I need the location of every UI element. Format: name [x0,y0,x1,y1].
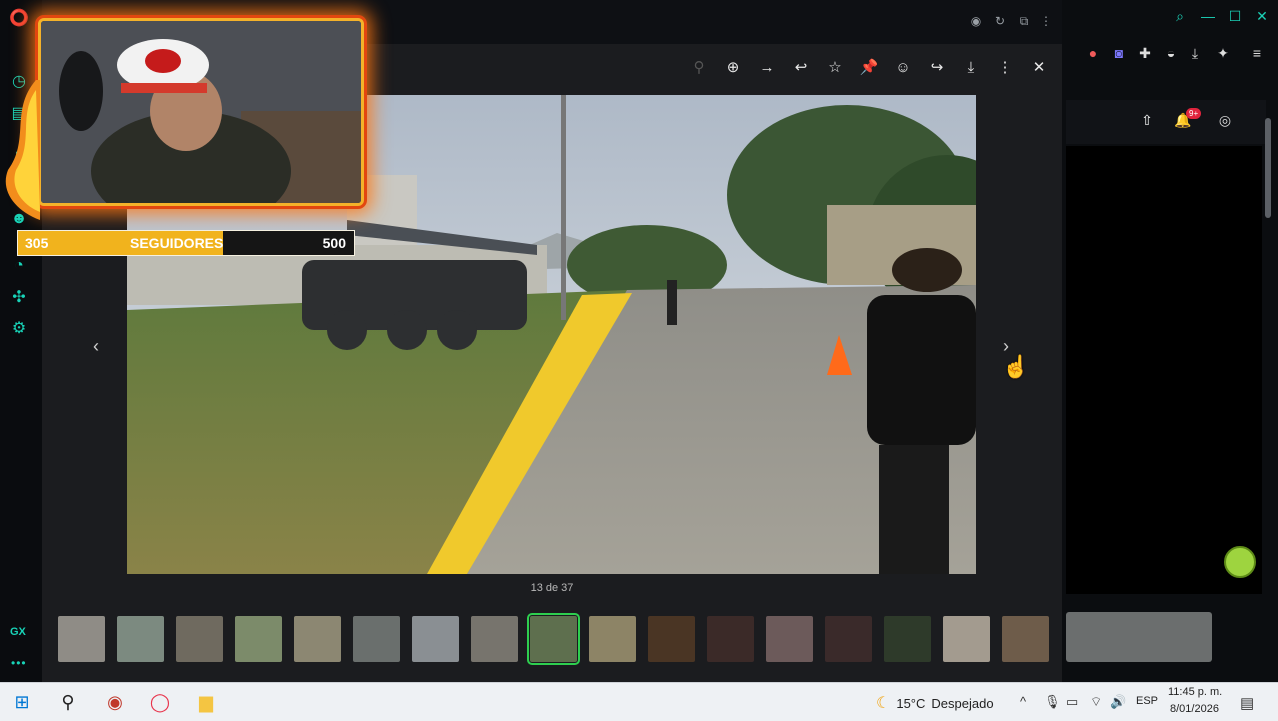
emoji-icon[interactable]: ☺ [886,54,920,80]
menu-icon[interactable]: ⋮ [1038,14,1054,28]
profile-icon[interactable]: ◎ [1216,112,1234,129]
temperature: 15°C [896,695,926,711]
puzzle-icon[interactable]: ✚ [1136,45,1154,62]
weather-status: Despejado [931,695,994,711]
followers-count: 305 [25,235,49,251]
notification-badge: 9+ [1186,108,1202,119]
volume-icon[interactable]: 🔊 [1110,694,1126,710]
reply-icon[interactable]: ↩ [784,54,818,80]
thumbnail[interactable] [825,616,872,662]
battery-icon[interactable]: ▭ [1066,694,1078,710]
flame-decoration-icon [5,80,40,220]
thumbnail[interactable] [58,616,105,662]
window-close-icon[interactable]: ✕ [1253,8,1271,25]
wifi-icon[interactable]: ⌔ [1090,694,1102,710]
share-icon[interactable]: ↪ [920,54,954,80]
thumbnail-strip [42,612,1062,668]
sidebar-clock-icon[interactable]: ◔ [8,255,30,277]
thumbnail[interactable] [707,616,754,662]
taskbar-search-icon[interactable]: ⚲ [56,690,80,714]
clock-date[interactable]: 8/01/2026 [1170,703,1219,715]
search-icon[interactable]: ⌕ [1171,8,1189,25]
previous-image-button[interactable]: ‹ [82,334,110,358]
messenger-icon[interactable]: ◙ [1110,45,1128,61]
thumbnail[interactable] [176,616,223,662]
image-counter: 13 de 37 [530,582,574,594]
star-icon[interactable]: ☆ [818,54,852,80]
right-scrollbar[interactable] [1265,118,1271,218]
windows-start-icon[interactable]: ⊞ [10,690,34,714]
pin-icon[interactable]: 📌 [852,54,886,80]
moon-icon: ☾ [876,695,891,712]
more-options-icon[interactable]: ⋮ [988,54,1022,80]
notifications-icon[interactable]: ▤ [1240,694,1254,712]
upload-icon[interactable]: ⇧ [1138,112,1156,129]
thumbnail[interactable] [766,616,813,662]
file-explorer-icon[interactable]: ▆ [194,690,218,714]
opera-app-icon[interactable]: ◯ [148,690,172,714]
right-preview-thumbnail[interactable] [1066,612,1212,662]
menu-lines-icon[interactable]: ≡ [1248,45,1266,61]
clock-time[interactable]: 11:45 p. m. [1168,686,1222,698]
viewer-toolbar: ⚲ ⊕ → ↩ ☆ 📌 ☺ ↪ ⤓ ⋮ ✕ [682,54,1056,80]
close-icon[interactable]: ✕ [1022,54,1056,80]
sidebar-extensions-icon[interactable]: ✣ [8,286,30,308]
right-content-area [1066,146,1262,594]
reload-icon[interactable]: ↻ [992,14,1008,28]
ai-icon[interactable]: ✦ [1214,45,1232,62]
camera-icon[interactable]: ◉ [968,14,984,28]
windows-taskbar: ⊞ ⚲ ◉ ◯ ▆ ☾ 15°C Despejado ^ 🎙 ▭ ⌔ 🔊 ESP… [0,682,1278,721]
webcam-overlay [38,18,364,206]
zoom-in-icon[interactable]: ⊕ [716,54,750,80]
downloads-icon[interactable]: ⤓ [1186,45,1204,62]
followers-goal: 500 [322,235,346,251]
thumbnail[interactable] [527,613,580,665]
thumbnail[interactable] [884,616,931,662]
minimize-icon[interactable]: — [1199,8,1217,24]
thumbnail[interactable] [412,616,459,662]
tray-overflow-icon[interactable]: ^ [1020,694,1026,709]
gx-corner-label[interactable]: GX [10,626,26,638]
thumbnail[interactable] [471,616,518,662]
thumbnail[interactable] [353,616,400,662]
download-icon[interactable]: ⤓ [954,54,988,80]
thumbnail[interactable] [117,616,164,662]
sidebar-settings-icon[interactable]: ⚙ [8,317,30,339]
colorful-app-icon[interactable]: ● [1084,45,1102,61]
followers-goal-bar: 305 SEGUIDORES 500 [17,230,355,256]
forward-arrow-icon[interactable]: → [750,54,784,80]
right-header-bar: ⇧ 🔔 9+ ◎ [1066,100,1266,144]
thumbnail[interactable] [235,616,282,662]
thumbnail[interactable] [294,616,341,662]
gx-badge-icon[interactable] [1224,546,1256,578]
thumbnail[interactable] [589,616,636,662]
sidebar-more-icon[interactable]: ••• [11,656,27,670]
thumbnail[interactable] [943,616,990,662]
language-indicator[interactable]: ESP [1136,695,1158,707]
maximize-icon[interactable]: ☐ [1226,8,1244,25]
hand-cursor-icon: ☝ [1002,354,1030,379]
vpn-icon[interactable]: ◒ [1162,45,1180,61]
thumbnail[interactable] [648,616,695,662]
weather-widget[interactable]: ☾ 15°C Despejado [876,693,994,713]
thumbnail[interactable] [1002,616,1049,662]
right-panel: ⌕ — ☐ ✕ ● ◙ ✚ ◒ ⤓ ✦ ≡ ⇧ 🔔 9+ ◎ [1062,0,1278,682]
opera-logo-icon[interactable]: ⭕ [8,7,30,29]
chrome-app-icon[interactable]: ◉ [103,690,127,714]
microphone-icon[interactable]: 🎙 [1044,694,1061,710]
bookmark-icon[interactable]: ⧉ [1016,14,1032,29]
followers-label: SEGUIDORES [130,235,224,251]
zoom-out-icon[interactable]: ⚲ [682,54,716,80]
